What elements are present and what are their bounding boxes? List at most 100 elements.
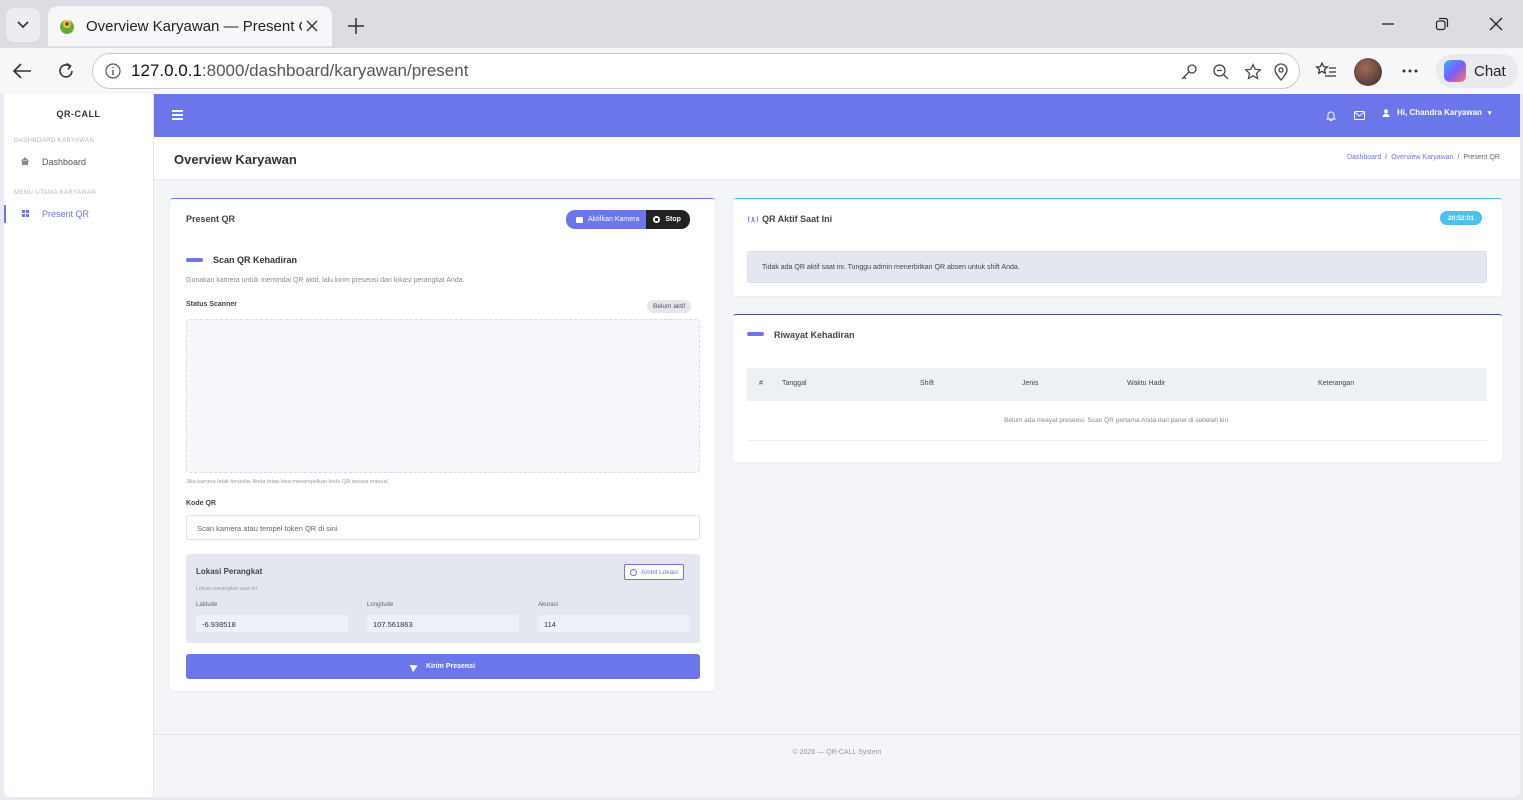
stop-camera-button[interactable]: Stop [646,210,690,229]
device-location-panel: Lokasi Perangkat Lokasi perangkat saat i… [186,554,700,643]
camera-button-group: Aktifkan Kamera Stop [566,210,690,229]
card-title: QR Aktif Saat Ini [762,214,833,224]
scan-description: Gunakan kamera untuk memindai QR aktif, … [186,277,465,284]
info-icon[interactable] [105,63,121,79]
copilot-chat-button[interactable]: Chat [1436,54,1518,88]
browser-toolbar: 127.0.0.1:8000/dashboard/karyawan/presen… [0,48,1523,94]
stop-label: Stop [665,216,681,223]
empty-table-message: Belum ada riwayat presensi. Scan QR pert… [747,401,1487,441]
url-path: :8000/dashboard/karyawan/present [201,61,469,80]
favorite-star-icon[interactable] [1243,62,1263,82]
page-header: Overview Karyawan Dashboard / Overview K… [154,137,1520,180]
column-header: # [759,380,763,387]
submit-presence-button[interactable]: Kirim Presensi [186,654,700,679]
accuracy-field[interactable]: 114 [538,615,690,632]
restore-icon [1435,17,1449,31]
column-header: Waktu Hadir [1127,380,1166,387]
breadcrumb-link-overview[interactable]: Overview Karyawan [1391,154,1453,161]
column-header: Jenis [1022,380,1039,387]
favicon-icon [58,17,76,35]
brand-logo[interactable]: QR-CALL [4,94,153,130]
restore-button[interactable] [1430,12,1454,36]
column-header: Keterangan [1318,380,1355,387]
column-header: Shift [920,380,935,387]
send-icon [409,661,420,672]
home-icon [20,157,30,167]
sidebar-item-present-qr[interactable]: Present QR [4,204,153,224]
column-header: Tanggal [782,380,807,387]
card-title: Present QR [186,214,236,224]
breadcrumb-separator: / [1457,154,1460,161]
url-host: 127.0.0.1 [131,61,202,80]
close-window-button[interactable] [1484,12,1508,36]
page-title: Overview Karyawan [174,152,297,167]
mail-icon[interactable] [1352,108,1366,122]
qr-code-input[interactable]: Scan kamera atau tempel token QR di sini [186,515,700,540]
browser-tab-bar: Overview Karyawan — Present QR [0,0,1523,48]
section-marker [186,258,203,262]
chat-label: Chat [1474,62,1506,80]
location-title: Lokasi Perangkat [196,567,263,576]
camera-preview-area[interactable] [186,319,700,473]
close-tab-icon[interactable] [302,16,322,36]
attendance-history-card: Riwayat Kehadiran # Tanggal Shift Jenis … [733,314,1502,462]
present-qr-card: Present QR Aktifkan Kamera Stop Scan QR … [170,198,715,691]
sidebar-section-title: MENU UTAMA KARYAWAN [14,190,97,196]
crosshair-icon [630,568,637,576]
sidebar-item-label: Dashboard [42,157,87,167]
status-scanner-label: Status Scanner [186,301,237,308]
breadcrumb-link-dashboard[interactable]: Dashboard [1347,154,1381,161]
favorites-list-icon[interactable] [1314,59,1338,83]
breadcrumb-separator: / [1385,154,1388,161]
status-badge: Belum aktif [647,300,692,313]
camera-hint: Jika kamera tidak tersedia, Anda tetap b… [186,479,390,485]
location-subtitle: Lokasi perangkat saat ini. [196,586,259,592]
bell-icon[interactable] [1324,108,1338,122]
hamburger-menu-icon[interactable] [172,110,183,120]
user-menu[interactable]: Hi, Chandra Karyawan ▾ [1382,108,1491,117]
history-table-header: # Tanggal Shift Jenis Waktu Hadir Ketera… [747,368,1487,401]
footer: © 2026 — QR-CALL System [154,734,1520,797]
chevron-down-icon [17,21,29,29]
longitude-field[interactable]: 107.561863 [367,615,519,632]
copilot-icon [1444,60,1466,82]
reload-button[interactable] [52,57,80,85]
zoom-out-icon[interactable] [1211,62,1231,82]
scan-heading: Scan QR Kehadiran [213,255,298,265]
plus-icon [348,18,364,34]
get-location-button[interactable]: Ambil Lokasi [624,564,684,580]
latitude-field[interactable]: -6.938518 [196,615,348,632]
accuracy-label: Akurasi [538,602,559,608]
more-menu-icon[interactable] [1398,59,1422,83]
card-title: Riwayat Kehadiran [774,330,855,340]
location-pin-icon[interactable] [1271,62,1291,82]
clock-badge: 20:52:01 [1440,211,1483,225]
profile-avatar[interactable] [1354,58,1382,86]
submit-label: Kirim Presensi [425,663,476,670]
activate-camera-button[interactable]: Aktifkan Kamera [566,210,647,229]
app-container: QR-CALL DASHBOARD KARYAWAN Dashboard MEN… [4,94,1520,797]
tab-list-button[interactable] [6,8,40,42]
sidebar: QR-CALL DASHBOARD KARYAWAN Dashboard MEN… [4,94,154,797]
no-active-qr-alert: Tidak ada QR aktif saat ini. Tunggu admi… [747,251,1487,283]
sidebar-item-dashboard[interactable]: Dashboard [4,152,153,172]
stop-icon [653,216,661,223]
broadcast-icon [748,215,758,223]
minimize-button[interactable] [1376,12,1400,36]
back-arrow-icon [12,63,31,79]
key-icon[interactable] [1179,62,1199,82]
caret-down-icon: ▾ [1487,109,1492,117]
camera-icon [576,216,583,223]
tab-title: Overview Karyawan — Present QR [86,17,302,35]
longitude-label: Longitude [367,602,394,608]
latitude-label: Latitude [196,602,218,608]
sidebar-section-title: DASHBOARD KARYAWAN [14,138,95,144]
breadcrumb-current: Present QR [1463,154,1500,161]
user-name: Hi, Chandra Karyawan [1397,108,1482,117]
breadcrumb: Dashboard / Overview Karyawan / Present … [1347,154,1500,161]
browser-tab[interactable]: Overview Karyawan — Present QR [48,6,332,46]
top-navbar: Hi, Chandra Karyawan ▾ [154,94,1520,137]
back-button[interactable] [8,57,36,85]
address-bar[interactable]: 127.0.0.1:8000/dashboard/karyawan/presen… [92,53,1300,89]
new-tab-button[interactable] [342,12,370,40]
